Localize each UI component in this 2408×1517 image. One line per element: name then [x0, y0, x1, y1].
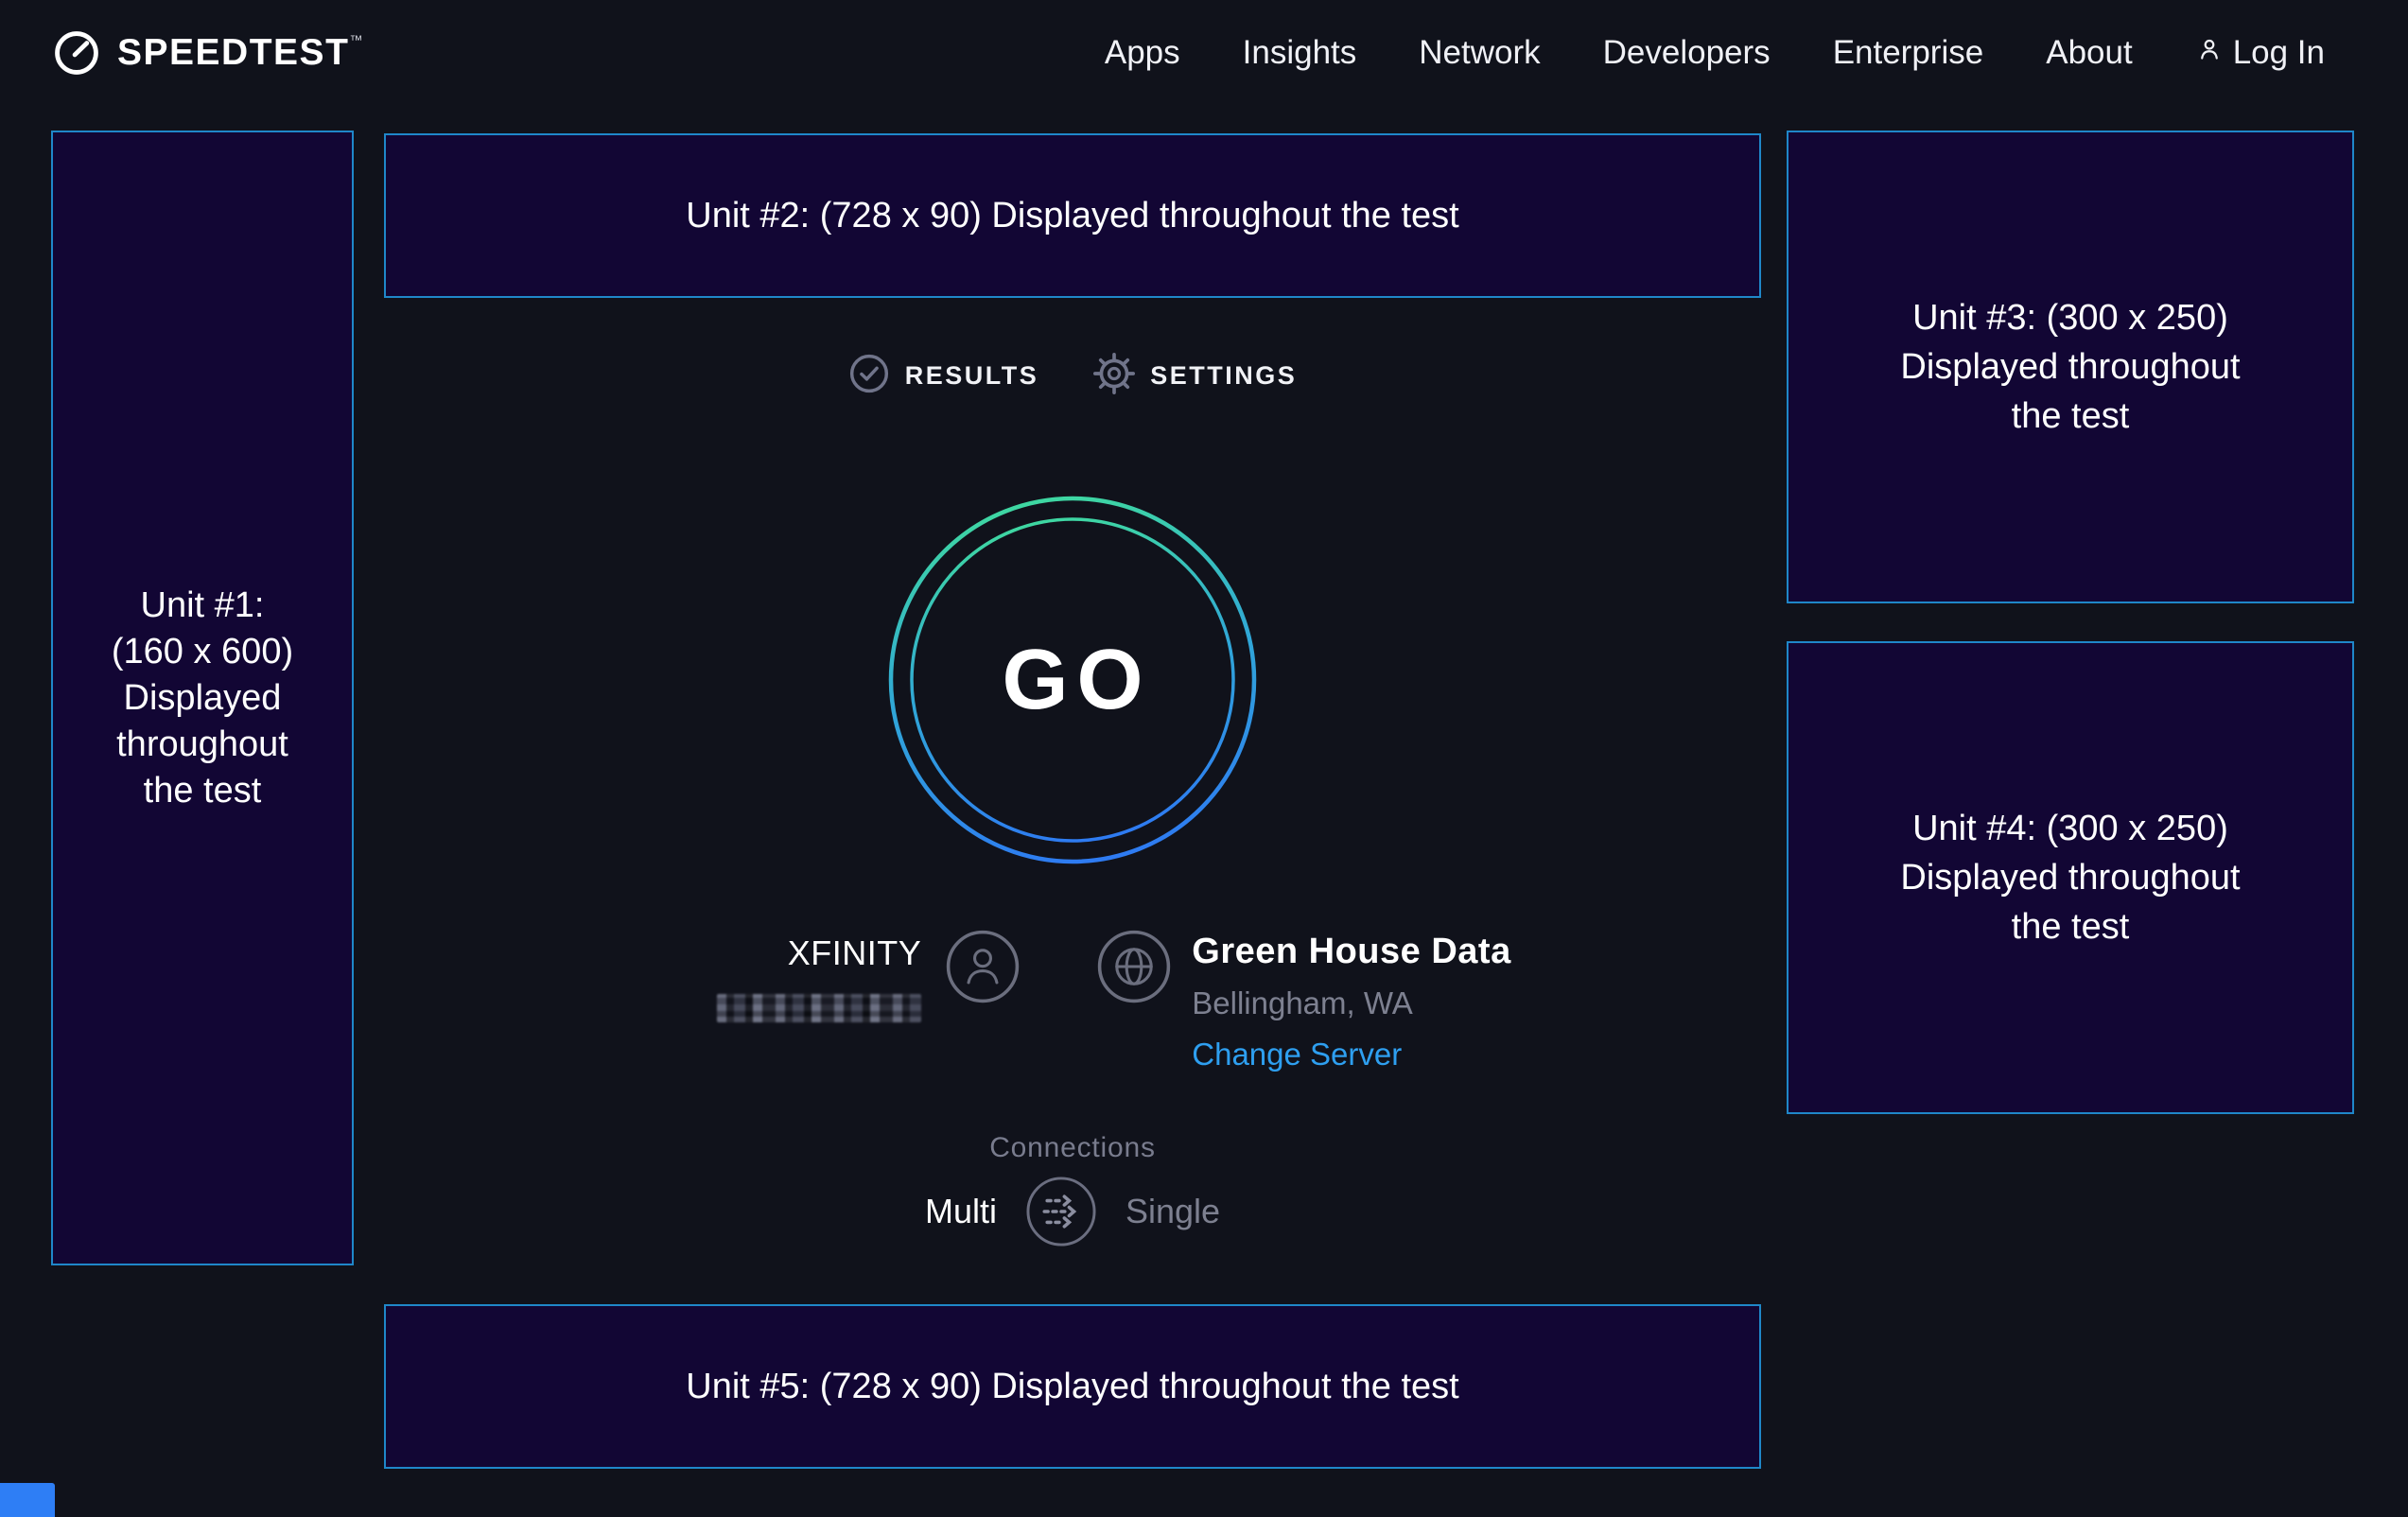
nav-item-about[interactable]: About	[2046, 34, 2132, 72]
tab-results-label: RESULTS	[905, 361, 1039, 391]
person-icon	[2195, 34, 2224, 72]
ad-unit-2[interactable]: Unit #2: (728 x 90) Displayed throughout…	[384, 133, 1761, 298]
isp-info: XFINITY	[717, 930, 1020, 1022]
server-name: Green House Data	[1192, 932, 1510, 972]
tab-settings-label: SETTINGS	[1150, 361, 1297, 391]
tab-results[interactable]: RESULTS	[848, 353, 1039, 399]
go-button-label: GO	[888, 496, 1257, 864]
login-label: Log In	[2233, 34, 2325, 72]
ad-unit-2-text: Unit #2: (728 x 90) Displayed throughout…	[686, 193, 1458, 239]
speedometer-icon	[51, 26, 102, 78]
server-location: Bellingham, WA	[1192, 985, 1510, 1021]
connections-single-option[interactable]: Single	[1125, 1192, 1220, 1231]
nav-item-network[interactable]: Network	[1419, 34, 1540, 72]
ad-unit-4-text: Unit #4: (300 x 250) Displayed throughou…	[1900, 804, 2240, 951]
login-button[interactable]: Log In	[2195, 34, 2325, 72]
main-nav: Apps Insights Network Developers Enterpr…	[1105, 34, 2325, 72]
trademark-mark: ™	[349, 32, 364, 47]
nav-item-developers[interactable]: Developers	[1603, 34, 1771, 72]
multi-arrows-icon[interactable]	[1025, 1176, 1097, 1247]
ad-unit-3[interactable]: Unit #3: (300 x 250) Displayed throughou…	[1787, 131, 2354, 603]
gear-icon	[1093, 353, 1135, 399]
top-nav-bar: SPEEDTEST™ Apps Insights Network Develop…	[0, 0, 2408, 106]
nav-item-insights[interactable]: Insights	[1243, 34, 1357, 72]
change-server-link[interactable]: Change Server	[1192, 1037, 1510, 1072]
ad-unit-4[interactable]: Unit #4: (300 x 250) Displayed throughou…	[1787, 641, 2354, 1114]
globe-icon	[1097, 930, 1171, 1008]
speedtest-logo[interactable]: SPEEDTEST™	[51, 26, 364, 80]
connections-multi-option[interactable]: Multi	[925, 1192, 997, 1231]
server-info: Green House Data Bellingham, WA Change S…	[1097, 930, 1510, 1072]
person-icon	[946, 930, 1020, 1008]
results-settings-tabs: RESULTS SETTINGS	[384, 353, 1761, 399]
connections-label: Connections	[384, 1132, 1761, 1164]
tab-settings[interactable]: SETTINGS	[1093, 353, 1297, 399]
check-circle-icon	[848, 353, 890, 399]
nav-item-enterprise[interactable]: Enterprise	[1833, 34, 1984, 72]
ad-unit-5-text: Unit #5: (728 x 90) Displayed throughout…	[686, 1364, 1458, 1410]
ad-unit-1-text: Unit #1: (160 x 600) Displayed throughou…	[112, 583, 293, 814]
isp-name: XFINITY	[717, 933, 921, 973]
connections-toggle-row: Multi Single	[384, 1176, 1761, 1247]
ad-unit-5[interactable]: Unit #5: (728 x 90) Displayed throughout…	[384, 1304, 1761, 1469]
nav-item-apps[interactable]: Apps	[1105, 34, 1180, 72]
logo-text: SPEEDTEST™	[117, 26, 364, 80]
ad-unit-1[interactable]: Unit #1: (160 x 600) Displayed throughou…	[51, 131, 354, 1265]
isp-detail-redacted	[717, 994, 921, 1022]
connection-info-row: XFINITY Green House Data Bellingham, WA …	[426, 930, 1803, 1072]
ad-unit-3-text: Unit #3: (300 x 250) Displayed throughou…	[1900, 293, 2240, 441]
bottom-left-partial-element[interactable]	[0, 1483, 55, 1517]
go-button[interactable]: GO	[888, 496, 1257, 864]
